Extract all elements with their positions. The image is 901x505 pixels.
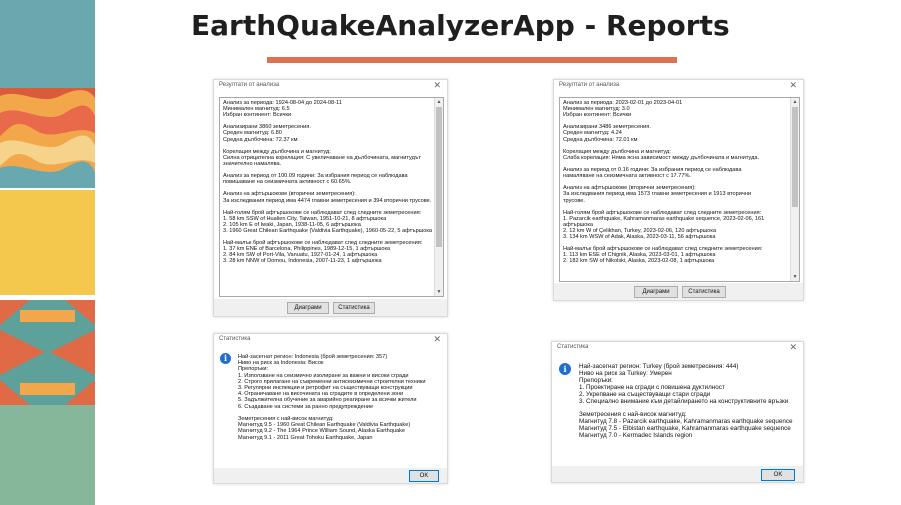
scrollbar[interactable]: ▲ ▼ [434, 98, 443, 296]
scroll-thumb[interactable] [792, 107, 798, 207]
decorative-strip [0, 0, 95, 505]
charts-button[interactable]: Диаграми [634, 286, 678, 298]
close-icon[interactable]: ✕ [433, 334, 441, 345]
button-bar: Диаграми Статистика [214, 299, 447, 316]
dialog-title: Статистика [557, 344, 589, 350]
statistics-dialog-left: Статистика ✕ i Най-засегнат регион: Indo… [213, 333, 448, 484]
ok-button[interactable]: OK [409, 470, 439, 482]
dialog-title: Статистика [219, 336, 251, 342]
info-icon: i [220, 353, 231, 364]
window-title: Резултати от анализа [559, 82, 620, 88]
results-textbox[interactable]: Анализ за периода: 1924-08-04 до 2024-08… [219, 97, 444, 297]
dialog-footer: OK [214, 468, 447, 483]
scroll-up-icon[interactable]: ▲ [791, 98, 799, 106]
statistics-button[interactable]: Статистика [682, 286, 726, 298]
dialog-footer: OK [552, 466, 803, 482]
results-window-left: Резултати от анализа ✕ Анализ за периода… [213, 79, 448, 317]
button-bar: Диаграми Статистика [554, 283, 803, 300]
statistics-text: Най-засегнат регион: Indonesia (брой зем… [238, 354, 426, 441]
triangle-pattern [0, 300, 95, 405]
close-icon[interactable]: ✕ [789, 342, 797, 353]
scrollbar[interactable]: ▲ ▼ [790, 98, 799, 281]
close-icon[interactable]: ✕ [789, 80, 797, 91]
close-icon[interactable]: ✕ [433, 80, 441, 91]
scroll-thumb[interactable] [436, 107, 442, 247]
scroll-down-icon[interactable]: ▼ [791, 273, 799, 281]
charts-button[interactable]: Диаграми [287, 302, 329, 314]
window-title: Резултати от анализа [219, 82, 280, 88]
wave-pattern [0, 88, 95, 188]
results-text: Анализ за периода: 2023-02-01 до 2023-04… [563, 100, 765, 265]
scroll-up-icon[interactable]: ▲ [435, 98, 443, 106]
title-underline [267, 57, 677, 63]
results-window-right: Резултати от анализа ✕ Анализ за периода… [553, 79, 804, 301]
statistics-text: Най-засегнат регион: Turkey (брой земетр… [579, 363, 793, 440]
statistics-dialog-right: Статистика ✕ i Най-засегнат регион: Turk… [551, 341, 804, 483]
scroll-down-icon[interactable]: ▼ [435, 288, 443, 296]
info-icon: i [559, 363, 571, 375]
ok-button[interactable]: OK [761, 469, 795, 481]
results-textbox[interactable]: Анализ за периода: 2023-02-01 до 2023-04… [559, 97, 800, 282]
results-text: Анализ за периода: 1924-08-04 до 2024-08… [223, 100, 433, 265]
statistics-button[interactable]: Статистика [333, 302, 375, 314]
